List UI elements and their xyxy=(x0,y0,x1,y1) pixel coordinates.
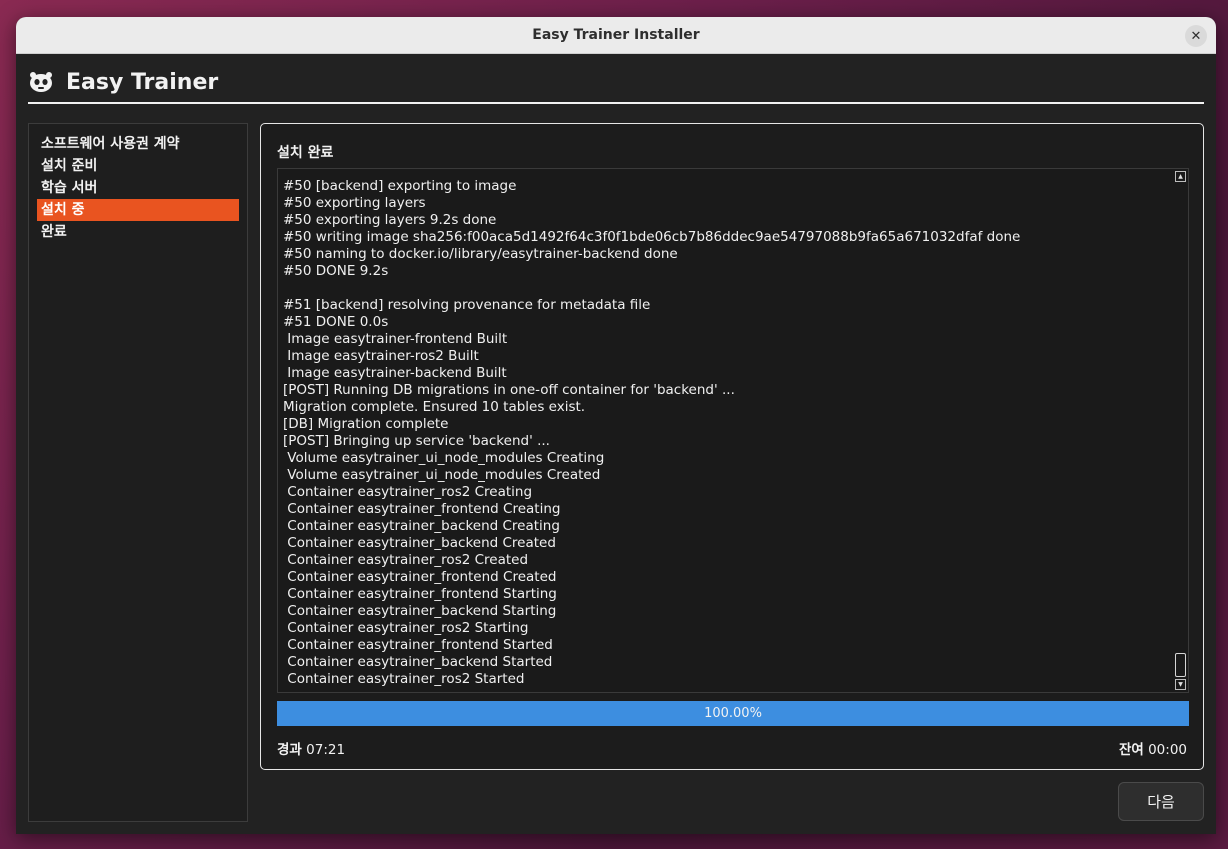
elapsed-label: 경과 xyxy=(277,742,302,758)
progress-text: 100.00% xyxy=(704,706,762,721)
header-divider xyxy=(28,102,1204,104)
close-icon: ✕ xyxy=(1190,28,1202,44)
log-line: #50 writing image sha256:f00aca5d1492f64… xyxy=(283,229,1021,245)
log-line: Container easytrainer_ros2 Started xyxy=(283,671,525,687)
log-line: [DB] Migration complete xyxy=(283,416,449,432)
log-line: #51 DONE 0.0s xyxy=(283,314,389,330)
log-line: Image easytrainer-backend Built xyxy=(283,365,507,381)
log-line: Container easytrainer_backend Starting xyxy=(283,603,557,619)
sidebar-item-complete: 완료 xyxy=(41,224,67,240)
log-line: Container easytrainer_frontend Started xyxy=(283,637,553,653)
installer-window: Easy Trainer Installer ✕ Easy Trainer 소프… xyxy=(16,17,1216,834)
scroll-up-button[interactable]: ▲ xyxy=(1175,171,1186,182)
log-line: Migration complete. Ensured 10 tables ex… xyxy=(283,399,586,415)
remaining-label: 잔여 xyxy=(1118,742,1144,758)
log-line: Volume easytrainer_ui_node_modules Creat… xyxy=(283,467,601,483)
log-line: Volume easytrainer_ui_node_modules Creat… xyxy=(283,450,605,466)
log-line: #50 [backend] exporting to image xyxy=(283,178,517,194)
log-line: Image easytrainer-ros2 Built xyxy=(283,348,479,364)
log-line: Container easytrainer_frontend Creating xyxy=(283,501,561,517)
next-button[interactable]: 다음 xyxy=(1118,782,1204,821)
remaining-value: 00:00 xyxy=(1148,742,1187,758)
log-line: Image easytrainer-frontend Built xyxy=(283,331,508,347)
log-line: #50 exporting layers 9.2s done xyxy=(283,212,497,228)
sidebar-item-prepare: 설치 준비 xyxy=(41,158,98,174)
install-log[interactable]: #50 [backend] exporting to image #50 expo… xyxy=(277,168,1189,693)
log-line: Container easytrainer_ros2 Starting xyxy=(283,620,529,636)
log-line: #50 exporting layers xyxy=(283,195,426,211)
step-sidebar: 소프트웨어 사용권 계약 설치 준비 학습 서버 설치 중 완료 xyxy=(28,123,248,822)
sidebar-item-license: 소프트웨어 사용권 계약 xyxy=(41,136,180,152)
log-line: Container easytrainer_frontend Created xyxy=(283,569,557,585)
log-line: Container easytrainer_backend Creating xyxy=(283,518,560,534)
log-line: Container easytrainer_backend Created xyxy=(283,535,556,551)
robot-icon xyxy=(30,72,52,92)
scroll-down-button[interactable]: ▼ xyxy=(1175,679,1186,690)
log-line: [POST] Running DB migrations in one-off … xyxy=(283,382,735,398)
log-line: #50 DONE 9.2s xyxy=(283,263,389,279)
app-title: Easy Trainer xyxy=(66,69,219,95)
app-header: Easy Trainer xyxy=(28,64,1204,100)
sidebar-item-installing: 설치 중 xyxy=(37,199,239,221)
title-bar[interactable]: Easy Trainer Installer ✕ xyxy=(16,17,1216,54)
elapsed-value: 07:21 xyxy=(306,742,346,758)
log-line: Container easytrainer_backend Started xyxy=(283,654,553,670)
progress-bar: 100.00% xyxy=(277,701,1189,726)
scrollbar-thumb[interactable] xyxy=(1175,653,1186,677)
log-line: [POST] Bringing up service 'backend' ... xyxy=(283,433,550,449)
chevron-up-icon: ▲ xyxy=(1178,173,1183,180)
sidebar-item-training-server: 학습 서버 xyxy=(41,180,98,196)
window-title: Easy Trainer Installer xyxy=(532,27,700,43)
log-line: Container easytrainer_ros2 Creating xyxy=(283,484,533,500)
chevron-down-icon: ▼ xyxy=(1178,681,1183,688)
log-line: Container easytrainer_frontend Starting xyxy=(283,586,557,602)
install-panel: 설치 완료 #50 [backend] exporting to image #5… xyxy=(260,123,1204,770)
log-line: Container easytrainer_ros2 Created xyxy=(283,552,529,568)
log-line: #51 [backend] resolving provenance for m… xyxy=(283,297,651,313)
log-lines: #50 [backend] exporting to image #50 expo… xyxy=(278,169,1170,688)
log-line: #50 naming to docker.io/library/easytrai… xyxy=(283,246,678,262)
elapsed-time: 경과 07:21 xyxy=(277,738,345,758)
remaining-time: 잔여 00:00 xyxy=(1119,738,1187,758)
close-button[interactable]: ✕ xyxy=(1185,25,1207,47)
panel-title: 설치 완료 xyxy=(277,145,334,161)
